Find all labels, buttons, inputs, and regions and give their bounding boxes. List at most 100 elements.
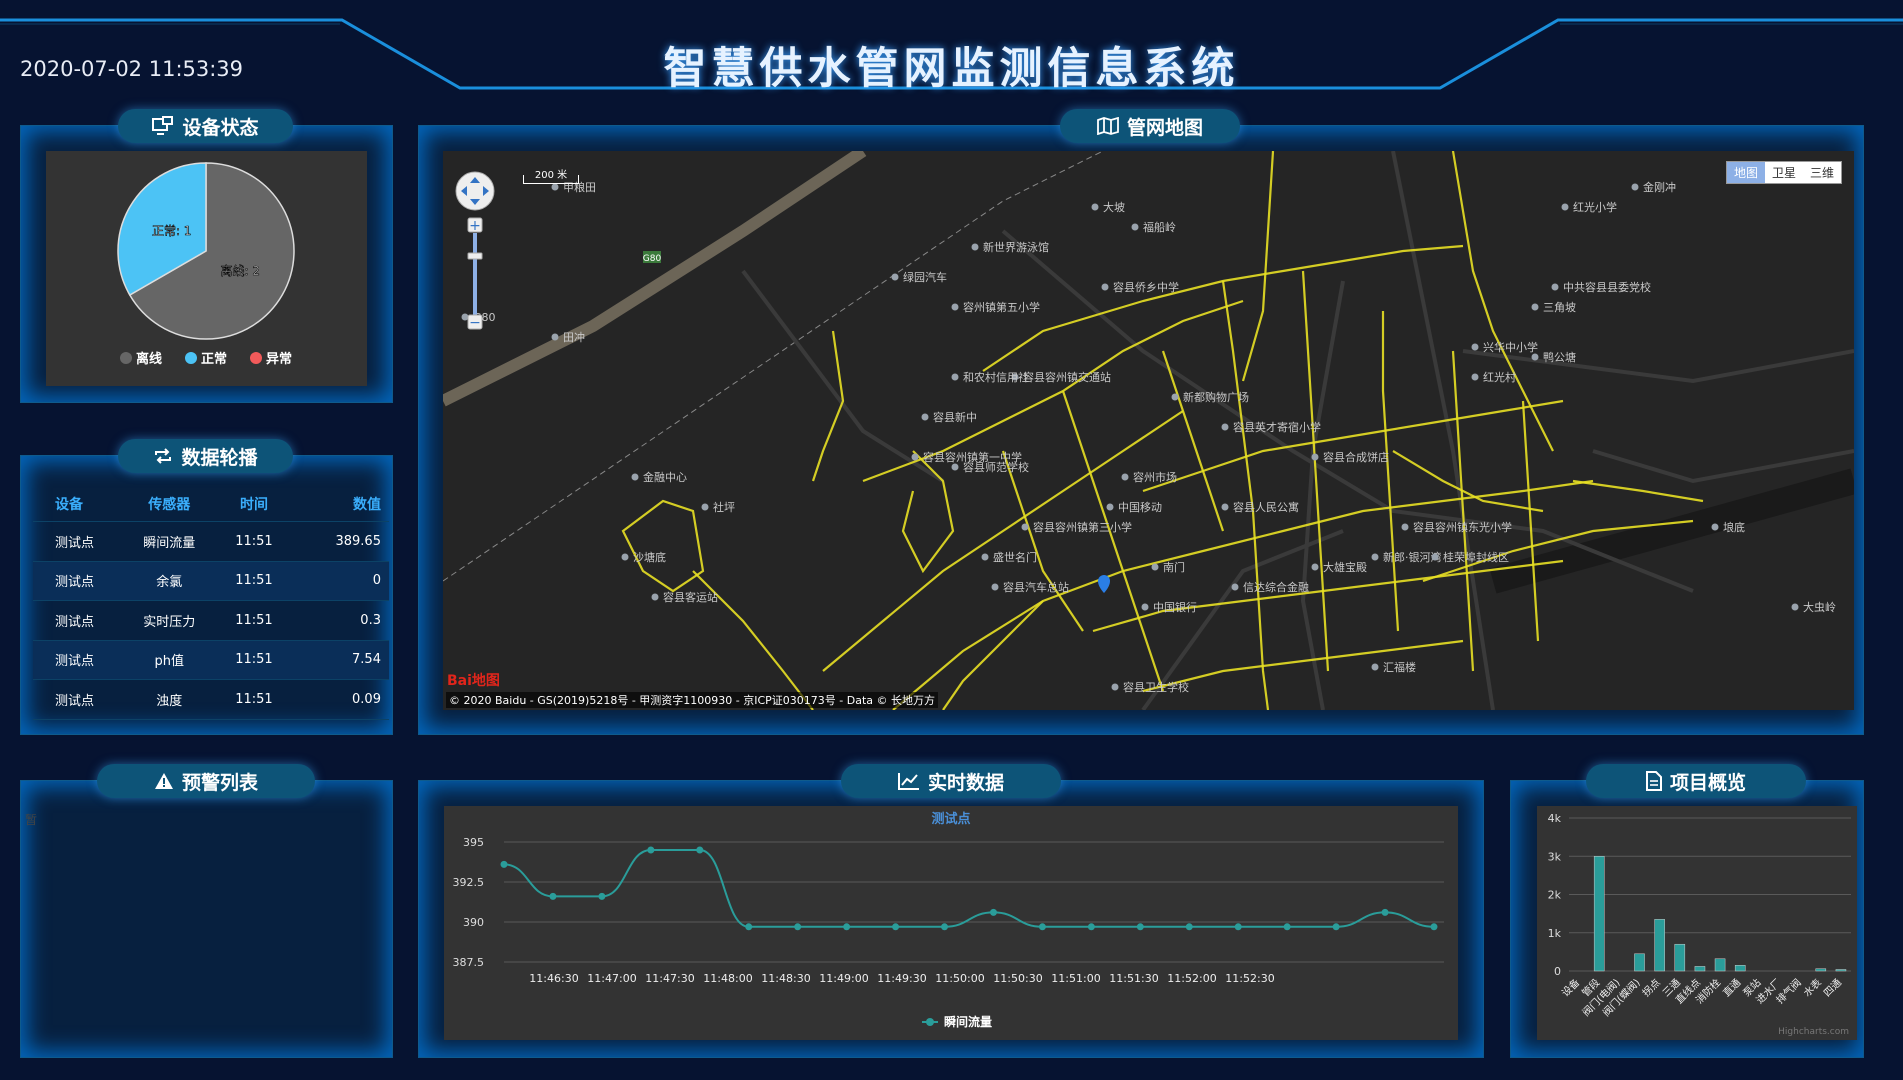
map-copyright: © 2020 Baidu - GS(2019)5218号 - 甲测资字11009… [446, 692, 939, 708]
highway-road [443, 151, 867, 407]
warning-icon [154, 773, 173, 789]
map-canvas[interactable]: G80 甲粮田 大坡 福船岭 新世界游泳馆 绿园汽车 容州镇第五小学 容县侨乡中学 容县容州镇交… [443, 151, 1854, 710]
table-cell: 测试点 [55, 693, 95, 709]
zoom-slider[interactable]: + − [455, 161, 495, 341]
table-cell: 0 [372, 573, 381, 589]
poi-marker [1171, 393, 1179, 401]
map-label: 福船岭 [1143, 220, 1176, 234]
bar [1593, 856, 1605, 972]
data-point [500, 860, 508, 868]
data-point [892, 923, 900, 931]
poi-marker [1531, 303, 1539, 311]
x-tick-label: 11:47:00 [587, 972, 636, 985]
table-header-cell: 设备 [55, 496, 83, 513]
poi-marker [1221, 503, 1229, 511]
table-cell: 瞬间流量 [143, 535, 196, 551]
map-type-satellite[interactable]: 卫星 [1764, 162, 1803, 183]
map-label: 容县英才寄宿小学 [1233, 420, 1321, 434]
poi-marker [921, 413, 929, 421]
table-cell: 0.3 [360, 612, 381, 628]
data-point [843, 923, 851, 931]
data-carousel-header: 数据轮播 [118, 439, 293, 473]
series-line [503, 849, 1435, 928]
map-zoom-control[interactable]: + − [455, 161, 495, 345]
map-type-3d[interactable]: 三维 [1802, 162, 1841, 183]
map-label: 信达综合金融 [1243, 580, 1309, 594]
table-row: 测试点 实时压力 11:51 0.3 [33, 601, 389, 641]
realtime-title: 实时数据 [927, 771, 1004, 794]
poi-marker [551, 183, 559, 191]
table-cell: 实时压力 [143, 614, 196, 630]
map-type-switch[interactable]: 地图 卫星 三维 [1725, 161, 1842, 184]
pipe-line [822, 410, 1184, 672]
data-point [598, 892, 606, 900]
table-row: 测试点 瞬间流量 11:51 389.65 [33, 522, 389, 562]
poi-marker [1121, 473, 1129, 481]
table-cell: ph值 [154, 654, 185, 670]
poi-marker [1221, 423, 1229, 431]
map-label: 容县容州镇交通站 [1023, 370, 1111, 384]
map-label: 容县师范学校 [963, 460, 1029, 474]
poi-marker [891, 273, 899, 281]
pipe-line [1061, 390, 1165, 692]
x-tick-label: 11:47:30 [645, 972, 694, 985]
legend-marker [120, 352, 132, 364]
poi-marker [991, 583, 999, 591]
map-label: 新都购物广场 [1183, 390, 1249, 404]
y-tick-label: 387.5 [453, 956, 485, 969]
map-label: 绿园汽车 [903, 270, 947, 284]
y-tick-label: 4k [1548, 812, 1562, 825]
map-label: 大雄宝殿 [1323, 560, 1367, 574]
map-type-map[interactable]: 地图 [1726, 162, 1765, 183]
table-header-row: 设备 传感器 时间 数值 [33, 486, 389, 522]
map-label: 容县新中 [933, 410, 977, 424]
legend-label: 离线 [136, 351, 162, 367]
poi-marker [701, 503, 709, 511]
data-point [1136, 923, 1144, 931]
table-cell: 11:51 [235, 533, 273, 549]
x-tick-label: 11:51:00 [1051, 972, 1100, 985]
data-carousel-panel: 设备 传感器 时间 数值 测试点 瞬间流量 11:51 389.65 测试点 余氯 11:51 0 测试… [20, 455, 393, 735]
bar [1654, 919, 1665, 972]
map-label: 容县容州镇东光小学 [1413, 520, 1512, 534]
legend-label: 正常 [201, 351, 227, 367]
y-tick-label: 392.5 [453, 876, 485, 889]
map-network-svg[interactable]: G80甲粮田大坡福船岭新世界游泳馆绿园汽车容州镇第五小学容县侨乡中学容县容州镇交… [443, 151, 1854, 710]
map-road [741, 269, 945, 483]
x-tick-label: 11:48:00 [703, 972, 752, 985]
poi-marker [1106, 503, 1114, 511]
pipe-line [1221, 280, 1270, 710]
y-tick-label: 1k [1548, 927, 1562, 940]
poi-marker [911, 453, 919, 461]
device-status-title: 设备状态 [182, 116, 259, 139]
x-tick-label: 设备 [1559, 976, 1582, 999]
document-icon [1645, 771, 1662, 791]
table-cell: 389.65 [335, 533, 381, 549]
bar [1694, 966, 1706, 972]
poi-marker [1791, 603, 1799, 611]
map-label: 中国移动 [1118, 501, 1162, 514]
data-point [1332, 923, 1340, 931]
map-label: 三角坡 [1543, 301, 1576, 314]
poi-marker [651, 593, 659, 601]
data-point [794, 923, 802, 931]
x-tick-label: 11:50:00 [935, 972, 984, 985]
data-point [1185, 923, 1193, 931]
map-label: 容县侨乡中学 [1113, 280, 1179, 294]
baidu-logo: Bai地图 [447, 673, 500, 689]
line-chart-icon [897, 773, 919, 790]
x-tick-label: 11:52:00 [1167, 972, 1216, 985]
poi-marker [1471, 343, 1479, 351]
poi-marker [1431, 553, 1439, 561]
map-label: 金刚冲 [1643, 180, 1676, 194]
map-label: 红光村 [1483, 370, 1516, 384]
map-label: 金融中心 [643, 470, 687, 484]
bar [1835, 969, 1847, 972]
poi-marker [1141, 603, 1149, 611]
table-cell: 测试点 [55, 614, 95, 630]
map-label: 容县客运站 [663, 590, 718, 604]
poi-marker [1471, 373, 1479, 381]
table-cell: 11:51 [235, 652, 273, 668]
x-tick-label: 11:52:30 [1225, 972, 1274, 985]
x-tick-label: 四通 [1821, 977, 1844, 1000]
